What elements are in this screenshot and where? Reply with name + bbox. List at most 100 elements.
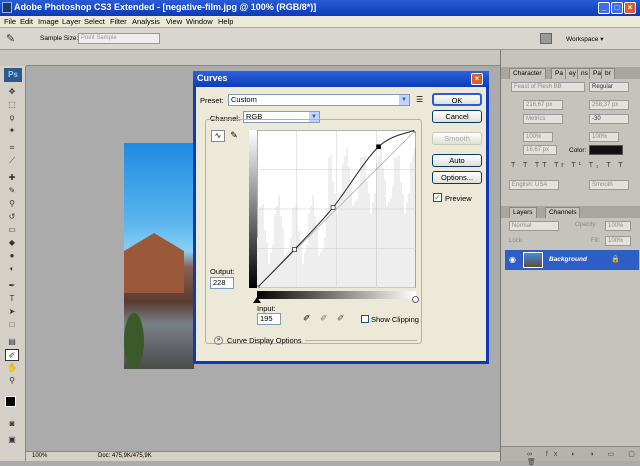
leading-field[interactable]: 258,37 px	[589, 100, 629, 110]
curve-control-point[interactable]	[257, 285, 260, 288]
pencil-icon[interactable]: ✎	[227, 130, 241, 142]
layer-name[interactable]: Background	[549, 256, 587, 263]
menu-image[interactable]: Image	[38, 17, 59, 26]
path-selection-icon[interactable]: ➤	[5, 306, 19, 318]
marquee-tool-icon[interactable]: ⬚	[5, 99, 19, 111]
black-eyedropper-icon[interactable]: ✐	[303, 313, 311, 324]
preview-checkbox[interactable]: ✓	[433, 193, 442, 202]
menu-analysis[interactable]: Analysis	[132, 17, 160, 26]
menu-help[interactable]: Help	[218, 17, 233, 26]
blur-tool-icon[interactable]: ●	[5, 250, 19, 262]
menu-window[interactable]: Window	[186, 17, 213, 26]
zoom-level[interactable]: 100%	[32, 453, 47, 459]
healing-brush-icon[interactable]: ✚	[5, 172, 19, 184]
magic-wand-icon[interactable]: ✦	[5, 125, 19, 137]
history-brush-icon[interactable]: ↺	[5, 211, 19, 223]
opacity-label: Opacity:	[575, 222, 598, 228]
cancel-button[interactable]: Cancel	[432, 110, 482, 123]
kerning-field[interactable]: Metrics	[523, 114, 563, 124]
ps-logo-icon[interactable]: Ps	[4, 68, 22, 82]
eyedropper-tool-icon[interactable]: ✐	[5, 349, 19, 361]
auto-button[interactable]: Auto	[432, 154, 482, 167]
tab-br[interactable]: br	[601, 68, 615, 79]
notes-tool-icon[interactable]: ▤	[5, 336, 19, 348]
paint-bucket-icon[interactable]: ◆	[5, 237, 19, 249]
screen-mode-icon[interactable]: ▣	[5, 434, 19, 446]
text-color-swatch[interactable]	[589, 145, 623, 155]
brush-tool-icon[interactable]: ✎	[5, 185, 19, 197]
font-style-field[interactable]: Regular	[589, 82, 629, 92]
curve-edit-icon[interactable]: ∿	[211, 130, 225, 142]
bridge-icon[interactable]	[540, 33, 552, 44]
curve-display-options-toggle[interactable]: Curve Display Options	[227, 336, 302, 345]
black-point-slider[interactable]	[253, 297, 261, 303]
white-point-slider[interactable]	[412, 296, 419, 303]
dialog-close-button[interactable]: ×	[471, 73, 483, 85]
output-field[interactable]: 228	[210, 277, 234, 289]
right-panels: Character Pa ey ns Pa br Feast of Flesh …	[500, 50, 640, 466]
type-tool-icon[interactable]: T	[5, 293, 19, 305]
blend-mode-field[interactable]: Normal	[509, 221, 559, 231]
close-button[interactable]: ×	[624, 2, 636, 14]
curve-control-point[interactable]	[376, 144, 381, 150]
white-eyedropper-icon[interactable]: ✐	[337, 313, 345, 324]
curve-graph[interactable]	[257, 130, 416, 288]
language-field[interactable]: English: USA	[509, 180, 559, 190]
menu-edit[interactable]: Edit	[20, 17, 33, 26]
hand-tool-icon[interactable]: ✋	[5, 362, 19, 374]
workspace-menu[interactable]: Workspace ▾	[566, 35, 603, 43]
maximize-button[interactable]: □	[611, 2, 623, 14]
font-size-field[interactable]: 216,67 px	[523, 100, 563, 110]
menu-select[interactable]: Select	[84, 17, 105, 26]
sample-size-label: Sample Size:	[40, 35, 79, 42]
eraser-tool-icon[interactable]: ▭	[5, 224, 19, 236]
tab-layers[interactable]: Layers	[509, 207, 537, 218]
ok-button[interactable]: OK	[432, 93, 482, 106]
layer-row-background[interactable]: ◉ Background 🔒	[505, 250, 639, 270]
gray-eyedropper-icon[interactable]: ✐	[320, 313, 328, 324]
lasso-tool-icon[interactable]: ϙ	[5, 112, 19, 124]
options-button[interactable]: Options...	[432, 171, 482, 184]
smooth-button[interactable]: Smooth	[432, 132, 482, 145]
eyedropper-icon[interactable]: ✎	[6, 32, 20, 46]
opacity-field[interactable]: 100%	[605, 221, 631, 231]
antialias-field[interactable]: Smooth	[589, 180, 629, 190]
vertical-scale-field[interactable]: 100%	[523, 132, 553, 142]
document-image[interactable]	[124, 143, 194, 369]
input-label: Input:	[257, 304, 276, 313]
font-family-field[interactable]: Feast of Flesh BB	[511, 82, 585, 92]
pen-tool-icon[interactable]: ✒	[5, 280, 19, 292]
tab-channels[interactable]: Channels	[545, 207, 581, 218]
curve-control-point[interactable]	[292, 247, 297, 252]
quick-mask-icon[interactable]: ◙	[5, 418, 19, 430]
preset-options-icon[interactable]: ☰	[416, 95, 426, 105]
chevron-double-down-icon[interactable]: »	[214, 336, 223, 345]
move-tool-icon[interactable]: ✥	[5, 86, 19, 98]
zoom-tool-icon[interactable]: ⚲	[5, 375, 19, 387]
baseline-shift-field[interactable]: 16,67 px	[523, 145, 557, 155]
preset-select[interactable]: Custom ▼	[228, 94, 410, 106]
foreground-color-swatch[interactable]	[5, 396, 16, 407]
menu-layer[interactable]: Layer	[62, 17, 81, 26]
curve-control-point[interactable]	[413, 130, 416, 133]
minimize-button[interactable]: _	[598, 2, 610, 14]
tab-character[interactable]: Character	[509, 68, 546, 79]
clone-stamp-icon[interactable]: ⚲	[5, 198, 19, 210]
type-style-buttons[interactable]: T T TT Tr T¹ T₁ T T	[511, 162, 625, 169]
menu-view[interactable]: View	[166, 17, 182, 26]
visibility-eye-icon[interactable]: ◉	[509, 255, 516, 264]
fill-field[interactable]: 100%	[605, 236, 631, 246]
slice-tool-icon[interactable]: ⟋	[5, 155, 19, 167]
dodge-tool-icon[interactable]: ◐	[5, 263, 19, 275]
sample-size-select[interactable]: Point Sample	[78, 33, 160, 44]
tracking-field[interactable]: -30	[589, 114, 629, 124]
input-field[interactable]: 195	[257, 313, 281, 325]
curve-control-point[interactable]	[330, 205, 336, 210]
crop-tool-icon[interactable]: ⌗	[5, 142, 19, 154]
menu-filter[interactable]: Filter	[110, 17, 127, 26]
show-clipping-checkbox[interactable]	[361, 315, 369, 323]
shape-tool-icon[interactable]: □	[5, 319, 19, 331]
layers-footer-buttons[interactable]: ∞ fx ◐ ◑ ▭ ▢ 🗑	[501, 446, 640, 466]
horizontal-scale-field[interactable]: 100%	[589, 132, 619, 142]
menu-file[interactable]: File	[4, 17, 16, 26]
